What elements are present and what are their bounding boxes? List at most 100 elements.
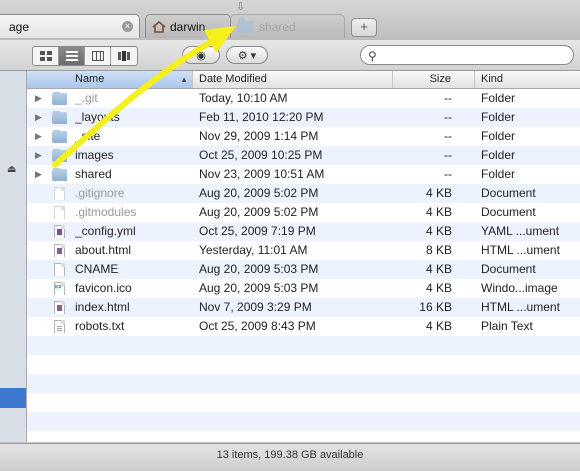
view-mode-selector[interactable] xyxy=(32,46,138,66)
action-menu-button[interactable]: ⚙ ▾ xyxy=(226,46,268,64)
file-row[interactable]: .gitmodules Aug 20, 2009 5:02 PM 4 KB Docum… xyxy=(27,203,580,222)
file-kind: YAML ...ument xyxy=(481,224,560,238)
file-date: Oct 25, 2009 10:25 PM xyxy=(199,148,323,162)
file-size: -- xyxy=(444,110,452,124)
folder-icon xyxy=(52,130,67,143)
disclosure-triangle-icon[interactable]: ▶ xyxy=(35,165,45,184)
file-date: Nov 7, 2009 3:29 PM xyxy=(199,300,312,314)
file-name[interactable]: favicon.ico xyxy=(75,279,193,298)
file-kind: Folder xyxy=(481,167,516,181)
column-header: Name ▲ Date Modified Size Kind xyxy=(27,71,580,89)
file-date: Today, 10:10 AM xyxy=(199,91,288,105)
eject-icon[interactable]: ⏏ xyxy=(7,164,16,175)
file-row[interactable]: .gitignore Aug 20, 2009 5:02 PM 4 KB Docume… xyxy=(27,184,580,203)
file-name[interactable]: _site xyxy=(75,127,193,146)
search-input[interactable] xyxy=(383,48,567,62)
file-name[interactable]: CNAME xyxy=(75,260,193,279)
file-date: Nov 23, 2009 10:51 AM xyxy=(199,167,325,181)
search-icon: ⚲ xyxy=(368,49,377,63)
file-name[interactable]: .gitmodules xyxy=(75,203,193,222)
sidebar-selected-item[interactable] xyxy=(0,388,26,408)
file-row[interactable]: _config.yml Oct 25, 2009 7:19 PM 4 KB YAML … xyxy=(27,222,580,241)
folder-icon xyxy=(237,17,253,33)
file-icon-cell xyxy=(52,244,67,257)
column-kind[interactable]: Kind xyxy=(475,71,580,88)
close-icon[interactable]: × xyxy=(122,21,133,32)
file-row[interactable]: ▶ _.git Today, 10:10 AM -- Folder xyxy=(27,89,580,108)
file-name[interactable]: about.html xyxy=(75,241,193,260)
disclosure-triangle-icon[interactable]: ▶ xyxy=(35,89,45,108)
column-name[interactable]: Name ▲ xyxy=(27,71,193,88)
disclosure-triangle-icon[interactable]: ▶ xyxy=(35,146,45,165)
column-view-icon[interactable] xyxy=(85,47,111,65)
drop-position-marker: ⇩ xyxy=(236,1,246,13)
html-file-icon xyxy=(54,244,65,257)
file-row[interactable]: robots.txt Oct 25, 2009 8:43 PM 4 KB Plain … xyxy=(27,317,580,336)
file-date: Aug 20, 2009 5:02 PM xyxy=(199,205,319,219)
file-size: 4 KB xyxy=(425,186,452,200)
file-name[interactable]: _layouts xyxy=(75,108,193,127)
file-icon-cell xyxy=(52,149,67,162)
file-row[interactable]: index.html Nov 7, 2009 3:29 PM 16 KB HTML .… xyxy=(27,298,580,317)
file-row[interactable]: favicon.ico Aug 20, 2009 5:03 PM 4 KB Windo… xyxy=(27,279,580,298)
disclosure-triangle-icon[interactable]: ▶ xyxy=(35,127,45,146)
file-icon-cell xyxy=(52,320,67,333)
file-list: Name ▲ Date Modified Size Kind ▶ _.git Tod… xyxy=(27,71,580,442)
text-file-icon xyxy=(54,320,65,333)
tab-bar: ⇩ age × darwin shared + xyxy=(0,0,580,41)
new-tab-button[interactable]: + xyxy=(351,18,377,37)
file-icon-cell xyxy=(52,301,67,314)
file-name[interactable]: robots.txt xyxy=(75,317,193,336)
status-bar: 13 items, 199.38 GB available xyxy=(0,443,580,471)
file-size: 4 KB xyxy=(425,224,452,238)
file-row[interactable]: ▶ images Oct 25, 2009 10:25 PM -- Folder xyxy=(27,146,580,165)
file-date: Yesterday, 11:01 AM xyxy=(199,243,308,257)
tab-shared-label: shared xyxy=(259,19,296,34)
file-name[interactable]: _config.yml xyxy=(75,222,193,241)
file-name[interactable]: _.git xyxy=(75,89,193,108)
file-size: 4 KB xyxy=(425,205,452,219)
file-date: Oct 25, 2009 7:19 PM xyxy=(199,224,316,238)
file-icon-cell xyxy=(52,225,67,238)
quicklook-button[interactable]: ◉ xyxy=(182,46,220,64)
document-icon xyxy=(54,206,65,219)
file-row[interactable]: ▶ _site Nov 29, 2009 1:14 PM -- Folder xyxy=(27,127,580,146)
file-size: 4 KB xyxy=(425,319,452,333)
file-name[interactable]: index.html xyxy=(75,298,193,317)
file-icon-cell xyxy=(52,111,67,124)
tab-shared-dragging[interactable]: shared xyxy=(230,14,345,38)
file-kind: Document xyxy=(481,205,536,219)
file-date: Nov 29, 2009 1:14 PM xyxy=(199,129,319,143)
document-icon xyxy=(54,263,65,276)
file-date: Feb 11, 2010 12:20 PM xyxy=(199,110,324,124)
tab-darwin-label: darwin xyxy=(170,19,206,34)
file-row[interactable]: ▶ shared Nov 23, 2009 10:51 AM -- Folder xyxy=(27,165,580,184)
tab-active[interactable]: age × xyxy=(0,14,140,38)
file-kind: Plain Text xyxy=(481,319,533,333)
column-size[interactable]: Size xyxy=(393,71,475,88)
file-name[interactable]: shared xyxy=(75,165,193,184)
column-date[interactable]: Date Modified xyxy=(193,71,393,88)
file-icon-cell xyxy=(52,92,67,105)
file-name[interactable]: images xyxy=(75,146,193,165)
disclosure-triangle-icon[interactable]: ▶ xyxy=(35,108,45,127)
file-kind: Windo...image xyxy=(481,281,558,295)
tab-darwin[interactable]: darwin xyxy=(145,14,231,38)
file-size: 16 KB xyxy=(419,300,452,314)
coverflow-view-icon[interactable] xyxy=(111,47,137,65)
file-row[interactable]: ▶ _layouts Feb 11, 2010 12:20 PM -- Folder xyxy=(27,108,580,127)
list-view-icon[interactable] xyxy=(59,47,85,65)
file-row[interactable]: about.html Yesterday, 11:01 AM 8 KB HTML ..… xyxy=(27,241,580,260)
icon-view-icon[interactable] xyxy=(33,47,59,65)
search-field[interactable]: ⚲ xyxy=(360,45,574,65)
empty-row xyxy=(27,374,580,393)
file-icon-cell xyxy=(52,263,67,276)
file-size: 4 KB xyxy=(425,262,452,276)
file-name[interactable]: .gitignore xyxy=(75,184,193,203)
file-kind: Document xyxy=(481,262,536,276)
yaml-file-icon xyxy=(54,225,65,238)
file-row[interactable]: CNAME Aug 20, 2009 5:03 PM 4 KB Document xyxy=(27,260,580,279)
sort-ascending-icon: ▲ xyxy=(180,75,188,84)
home-icon xyxy=(152,20,166,33)
file-size: -- xyxy=(444,148,452,162)
